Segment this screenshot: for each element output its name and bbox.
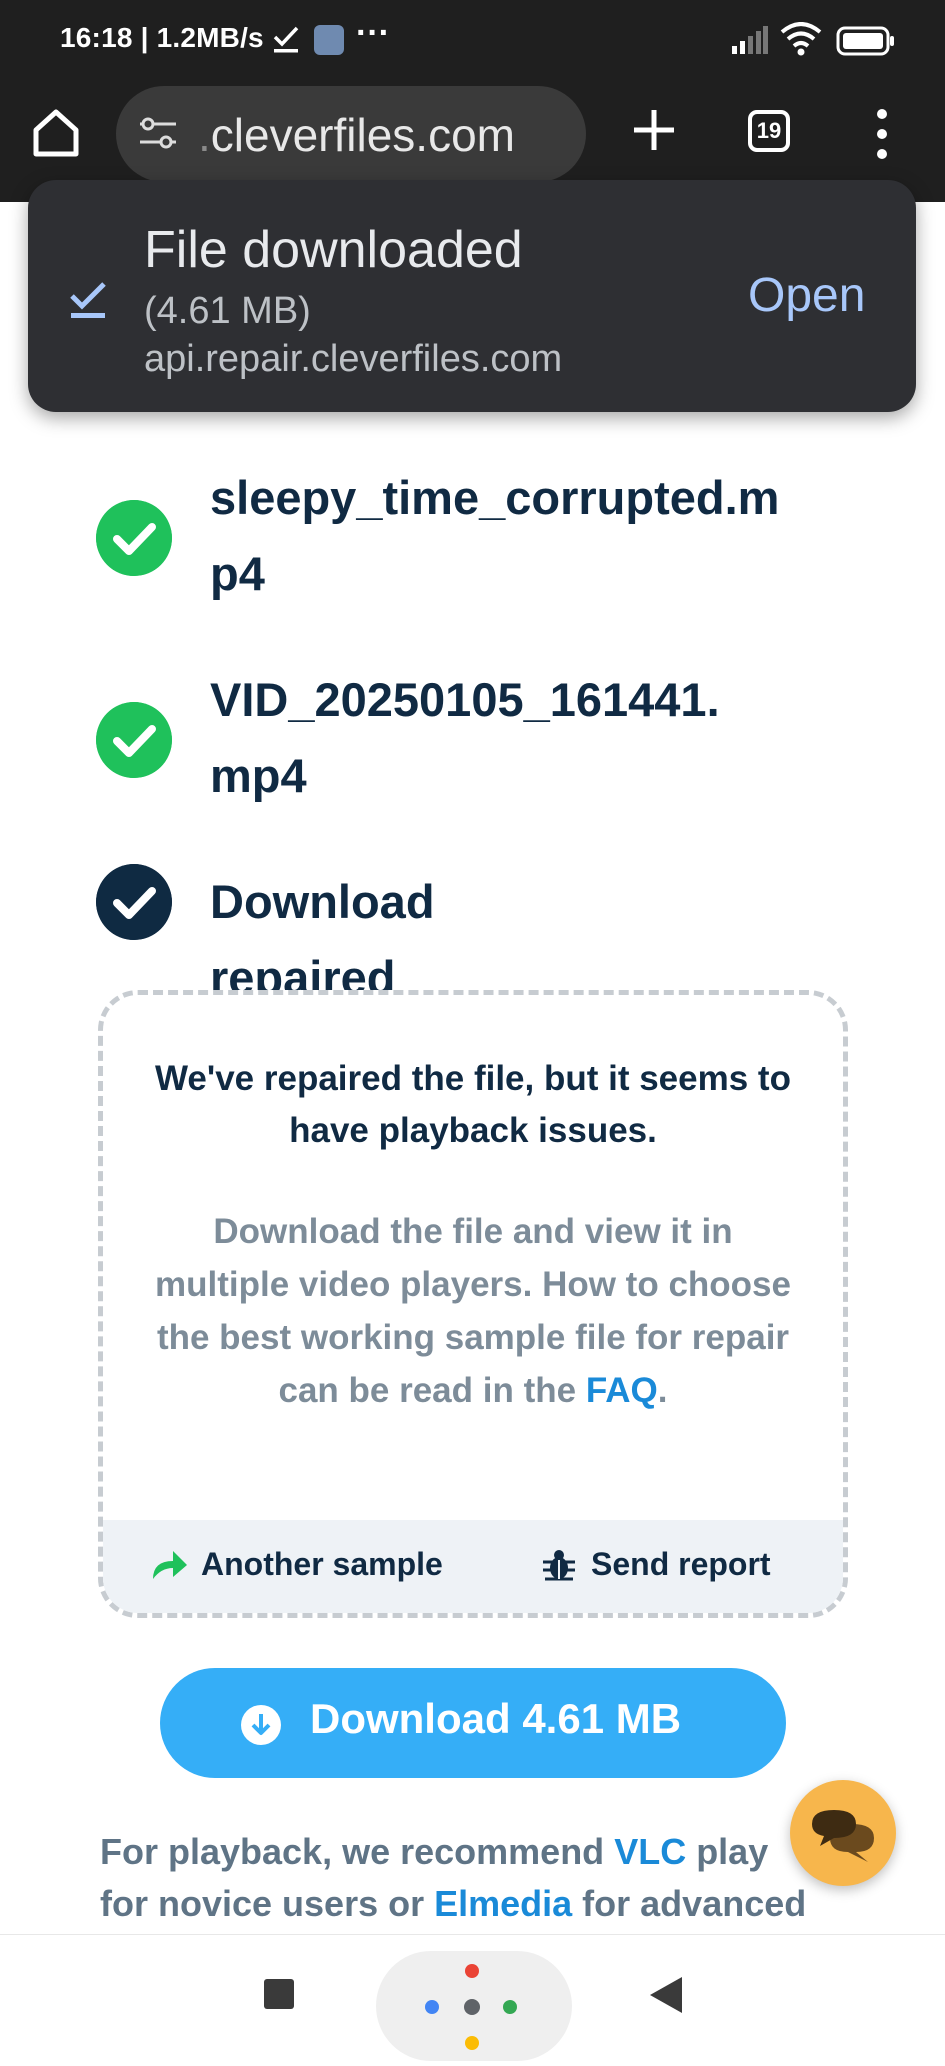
tab-switcher-icon[interactable]: 19 [748,110,790,152]
home-button[interactable] [376,1951,572,2061]
rec-line2-suffix: for advanced [572,1883,807,1924]
download-done-icon [273,26,299,53]
chat-bubbles-icon [812,1810,874,1862]
another-sample-label: Another sample [201,1546,443,1582]
rec-prefix: For playback, we recommend [100,1831,615,1872]
faq-suffix: . [657,1371,668,1410]
download-label: Download 4.61 MB [310,1695,682,1742]
signal-icon [732,26,768,54]
download-circle-icon [241,1705,281,1745]
overflow-menu-icon[interactable] [870,106,894,162]
app-icon [314,25,344,55]
check-circle-icon [96,702,172,778]
wifi-icon [780,22,822,56]
another-sample-button[interactable]: Another sample [149,1546,443,1583]
step-label-line2: mp4 [210,749,307,802]
bug-icon [543,1550,575,1581]
home-icon[interactable] [28,104,84,160]
recents-button[interactable] [264,1979,294,2009]
more-dots-icon: ··· [356,14,390,52]
step-label-line2: p4 [210,547,265,600]
url-host: cleverfiles.com [210,109,515,161]
share-arrow-icon [153,1551,187,1579]
assistant-dots-icon [425,1964,517,2050]
url-dim-prefix: . [198,109,211,161]
playback-recommendation: For playback, we recommend VLC play for … [100,1826,860,1930]
rec-line2-prefix: for novice users or [100,1883,435,1924]
step-label-line1: VID_20250105_161441. [210,673,720,726]
rec-mid: play [686,1831,769,1872]
notice-title: We've repaired the file, but it seems to… [155,1059,791,1150]
elmedia-link[interactable]: Elmedia [434,1883,572,1924]
snackbar-size: (4.61 MB) [144,290,311,332]
recommendation-line-1: For playback, we recommend VLC play [100,1826,860,1878]
snackbar-title: File downloaded [144,221,523,279]
site-settings-icon[interactable] [138,116,178,150]
system-nav-bar [0,1934,945,2061]
playback-issue-notice: We've repaired the file, but it seems to… [98,990,848,1618]
back-button[interactable] [648,1975,684,2015]
download-button[interactable]: Download 4.61 MB [160,1668,786,1778]
url-text: .cleverfiles.com [198,108,515,162]
check-circle-icon [96,500,172,576]
new-tab-icon[interactable] [626,102,682,158]
recommendation-line-2: for novice users or Elmedia for advanced [100,1878,860,1930]
download-done-icon [70,282,106,318]
send-report-label: Send report [591,1546,771,1582]
address-bar[interactable]: .cleverfiles.com [116,86,586,182]
open-button[interactable]: Open [748,268,865,323]
check-circle-icon [96,864,172,940]
notice-body-text: Download the file and view it in multipl… [155,1212,791,1410]
battery-icon [836,26,894,56]
chat-button[interactable] [790,1780,896,1886]
tab-count: 19 [756,118,782,143]
vlc-link[interactable]: VLC [614,1831,686,1872]
download-snackbar: File downloaded (4.61 MB) api.repair.cle… [28,180,916,412]
notice-body: Download the file and view it in multipl… [143,1205,803,1417]
snackbar-host: api.repair.cleverfiles.com [144,338,563,380]
notice-actions: Another sample Send report [103,1520,843,1613]
faq-link[interactable]: FAQ [586,1371,658,1410]
status-time: 16:18 | 1.2MB/s [60,22,264,53]
send-report-button[interactable]: Send report [541,1546,771,1583]
step-label-line1: sleepy_time_corrupted.m [210,471,780,524]
status-bar: 16:18 | 1.2MB/s ··· [0,0,945,82]
